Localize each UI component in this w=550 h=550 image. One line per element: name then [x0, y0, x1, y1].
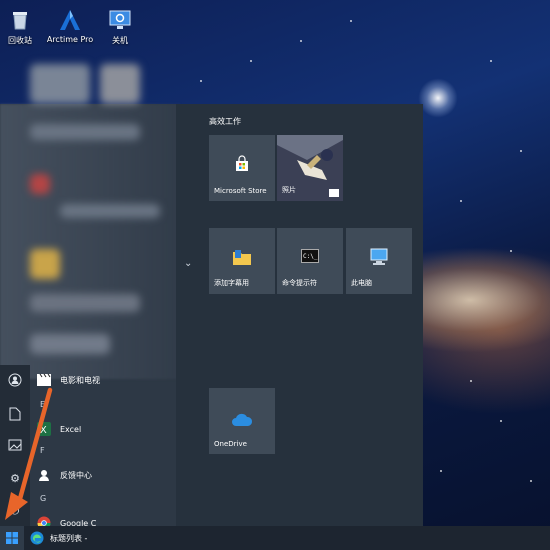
tile-onedrive[interactable]: OneDrive — [209, 388, 275, 454]
tile-label: 添加字幕用 — [214, 279, 249, 287]
cmd-icon: C:\_ — [301, 248, 319, 267]
movies-icon — [36, 372, 52, 388]
app-label: 反馈中心 — [60, 470, 92, 480]
windows-logo-icon — [6, 529, 18, 548]
document-icon[interactable] — [7, 407, 23, 423]
chevron-down-icon[interactable]: ⌄ — [184, 258, 192, 269]
folder-icon — [232, 248, 252, 270]
recycle-bin-icon — [8, 8, 32, 32]
shutdown-icon — [108, 8, 132, 32]
tile-command-prompt[interactable]: C:\_ 命令提示符 — [277, 228, 343, 294]
app-item-excel[interactable]: X Excel — [36, 418, 81, 440]
excel-icon: X — [36, 421, 52, 437]
tile-microsoft-store[interactable]: Microsoft Store — [209, 135, 275, 201]
pictures-icon[interactable] — [7, 439, 23, 455]
app-item-movies[interactable]: 电影和电视 — [36, 369, 100, 391]
feedback-icon — [36, 467, 52, 483]
tile-label: 照片 — [282, 186, 296, 194]
cloud-icon — [231, 412, 253, 431]
power-icon[interactable]: ⏻ — [7, 503, 23, 519]
svg-text:X: X — [40, 425, 47, 436]
user-icon[interactable] — [7, 373, 23, 389]
edge-icon — [30, 531, 44, 545]
store-icon — [233, 155, 251, 177]
svg-text:C:\_: C:\_ — [303, 253, 318, 260]
tile-photos[interactable]: 照片 — [277, 135, 343, 201]
tile-group-title: 高效工作 — [209, 117, 241, 126]
app-item-feedback[interactable]: 反馈中心 — [36, 464, 92, 486]
app-label: 电影和电视 — [60, 375, 100, 385]
taskbar-item-label: 标题列表 - — [50, 533, 88, 543]
photos-icon — [329, 189, 339, 197]
computer-icon — [369, 248, 389, 270]
letter-header[interactable]: E — [40, 400, 45, 409]
start-button[interactable] — [0, 526, 24, 550]
tile-label: Microsoft Store — [214, 187, 267, 195]
taskbar-edge-item[interactable]: 标题列表 - — [30, 526, 87, 550]
desktop-icon-shutdown[interactable]: 关机 — [90, 8, 150, 46]
tile-this-pc[interactable]: 此电脑 — [346, 228, 412, 294]
tile-label: OneDrive — [214, 440, 247, 448]
blurred-app-list — [0, 64, 180, 379]
start-rail: ⚙ ⏻ — [0, 365, 30, 526]
desktop-icon-label: 关机 — [112, 36, 128, 45]
letter-header[interactable]: F — [40, 446, 45, 455]
letter-header[interactable]: G — [40, 494, 46, 503]
tile-subtitle-folder[interactable]: 添加字幕用 — [209, 228, 275, 294]
tile-label: 命令提示符 — [282, 279, 317, 287]
app-label: Excel — [60, 424, 82, 434]
tile-label: 此电脑 — [351, 279, 372, 287]
arctime-icon — [58, 8, 82, 32]
settings-icon[interactable]: ⚙ — [7, 471, 23, 487]
